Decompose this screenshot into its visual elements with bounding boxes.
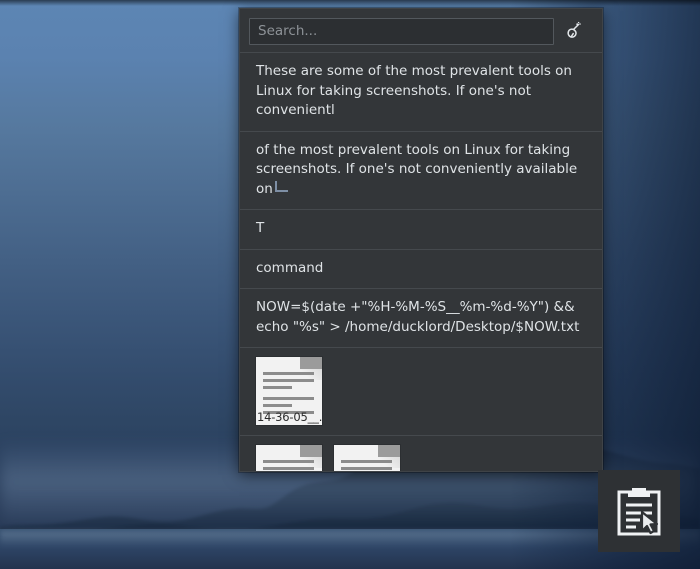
clip-text: of the most prevalent tools on Linux for… xyxy=(256,141,578,197)
document-lines-icon xyxy=(263,460,314,471)
page-fold-icon xyxy=(378,445,400,468)
tray-clipboard-button[interactable] xyxy=(598,470,680,552)
broom-icon xyxy=(565,21,585,41)
list-item[interactable]: of the most prevalent tools on Linux for… xyxy=(240,132,602,210)
thumbnail-caption: 14-36-05__... xyxy=(257,411,322,424)
list-item[interactable]: 14-36-05__... xyxy=(240,348,602,436)
page-fold-icon xyxy=(300,445,322,468)
image-thumbnail[interactable]: 14-34-43__... xyxy=(256,445,322,471)
search-row xyxy=(240,9,602,52)
page-fold-icon xyxy=(300,357,322,380)
list-item[interactable]: 14-34-43__... 14-36-05__... xyxy=(240,436,602,471)
image-thumbnail[interactable]: 14-36-05__... xyxy=(256,357,322,425)
clipboard-entry-list[interactable]: These are some of the most prevalent too… xyxy=(240,52,602,471)
clipboard-manager-popup: These are some of the most prevalent too… xyxy=(239,8,603,472)
document-lines-icon xyxy=(341,460,392,471)
clip-text: T xyxy=(256,220,265,236)
newline-marker-icon xyxy=(274,180,288,192)
image-thumbnail[interactable]: 14-36-05__... xyxy=(334,445,400,471)
list-item[interactable]: T xyxy=(240,210,602,250)
clip-text: NOW=$(date +"%H-%M-%S__%m-%d-%Y") && ech… xyxy=(256,299,580,335)
clip-text: These are some of the most prevalent too… xyxy=(256,63,572,118)
clipboard-cursor-icon xyxy=(611,483,667,539)
list-item[interactable]: command xyxy=(240,250,602,289)
list-item[interactable]: These are some of the most prevalent too… xyxy=(240,53,602,132)
clip-text: command xyxy=(256,259,324,276)
water-sheen xyxy=(0,531,700,547)
top-edge-shade xyxy=(0,0,700,6)
list-item[interactable]: NOW=$(date +"%H-%M-%S__%m-%d-%Y") && ech… xyxy=(240,289,602,348)
search-input[interactable] xyxy=(249,17,554,45)
clear-history-button[interactable] xyxy=(556,17,594,45)
